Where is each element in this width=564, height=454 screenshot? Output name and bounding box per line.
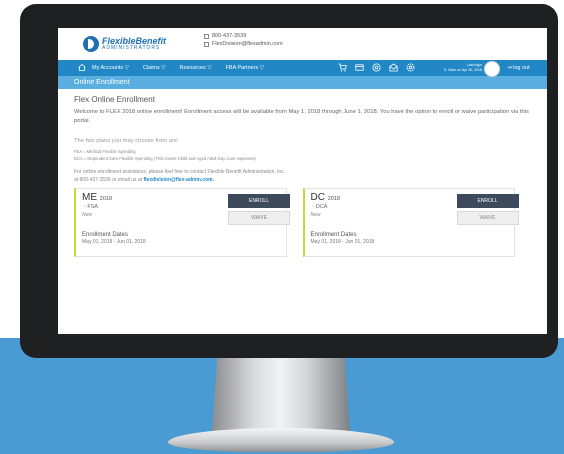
plan-card-dc: DC 2018 - DCA New Enrollment Dates May 0… bbox=[302, 188, 519, 257]
card-dates-label: Enrollment Dates bbox=[82, 232, 129, 238]
card-code: DC bbox=[310, 192, 325, 203]
plan-card-me: ME 2018 - FSA New Enrollment Dates May 0… bbox=[74, 188, 290, 257]
mail-icon[interactable] bbox=[389, 63, 398, 72]
plan-cards: ME 2018 - FSA New Enrollment Dates May 0… bbox=[74, 188, 531, 257]
logout-label: log out bbox=[513, 65, 530, 71]
contact-phone: 800-437-3539 bbox=[212, 33, 247, 39]
card-icon[interactable] bbox=[355, 63, 364, 72]
logout-icon: ⇥ bbox=[507, 65, 512, 71]
phone-icon bbox=[204, 33, 209, 39]
last-login-value: S. Klam on Apr 30, 2018 bbox=[444, 67, 482, 72]
lifebuoy-icon[interactable] bbox=[372, 63, 381, 72]
card-status: New bbox=[82, 212, 93, 218]
card-type: - DCA bbox=[312, 204, 328, 210]
assist-line-1: For online enrollment assistance, please… bbox=[74, 169, 286, 175]
card-dates: May 01, 2018 - Jun 01, 2018 bbox=[82, 239, 146, 245]
enroll-button[interactable]: ENROLL bbox=[228, 194, 290, 208]
nav-claims[interactable]: Claims ▽ bbox=[143, 65, 166, 71]
page-subheader: Online Enrollment bbox=[58, 76, 547, 89]
waive-button[interactable]: WAIVE bbox=[228, 211, 290, 225]
assistance-text: For online enrollment assistance, please… bbox=[74, 169, 531, 184]
main-content: Flex Online Enrollment Welcome to FLEX 2… bbox=[58, 89, 547, 257]
card-dates: May 01, 2018 - Jun 01, 2018 bbox=[310, 239, 375, 245]
card-code: ME bbox=[82, 192, 97, 203]
logo-sub-text: ADMINISTRATORS bbox=[102, 45, 161, 51]
welcome-text: Welcome to FLEX 2018 online enrollment! … bbox=[74, 109, 529, 124]
plan-def-dca: DCA = Dependent Care Flexible Spending (… bbox=[74, 155, 256, 161]
email-icon bbox=[204, 41, 209, 47]
logo-mark-icon bbox=[83, 36, 99, 52]
gear-icon[interactable] bbox=[406, 63, 415, 72]
waive-button[interactable]: WAIVE bbox=[456, 211, 519, 225]
page-title: Flex Online Enrollment bbox=[74, 95, 155, 104]
card-dates-label: Enrollment Dates bbox=[310, 232, 357, 238]
main-nav: My Accounts ▽ Claims ▽ Resources ▽ FBA P… bbox=[58, 60, 547, 77]
cart-icon[interactable] bbox=[338, 63, 347, 72]
assist-email-link[interactable]: flexdivision@flex-admin.com. bbox=[144, 177, 214, 183]
monitor-stand-base bbox=[168, 428, 394, 452]
site-header: FlexibleBenefit ADMINISTRATORS 800-437-3… bbox=[58, 28, 547, 60]
screen: FlexibleBenefit ADMINISTRATORS 800-437-3… bbox=[58, 28, 547, 334]
last-login: Last login S. Klam on Apr 30, 2018 bbox=[444, 63, 482, 72]
card-year: 2018 bbox=[327, 196, 340, 202]
nav-fba-partners[interactable]: FBA Partners ▽ bbox=[226, 65, 264, 71]
home-icon[interactable] bbox=[78, 64, 86, 71]
nav-resources[interactable]: Resources ▽ bbox=[180, 65, 212, 71]
card-type: - FSA bbox=[84, 204, 99, 210]
contact-email[interactable]: FlexDivision@flexadmin.com bbox=[212, 40, 283, 48]
assist-line-2: at 800-437-3539 or email us at bbox=[74, 176, 143, 183]
enroll-button[interactable]: ENROLL bbox=[456, 194, 519, 208]
nav-my-accounts[interactable]: My Accounts ▽ bbox=[92, 65, 129, 71]
subheader-title: Online Enrollment bbox=[74, 79, 130, 86]
card-status: New bbox=[310, 212, 321, 218]
contact-info: 800-437-3539 FlexDivision@flexadmin.com bbox=[204, 32, 283, 48]
card-year: 2018 bbox=[99, 196, 113, 202]
logout-link[interactable]: ⇥ log out bbox=[507, 65, 530, 71]
plans-heading: The two plans you may choose from are: bbox=[74, 138, 179, 144]
monitor-bezel: FlexibleBenefit ADMINISTRATORS 800-437-3… bbox=[20, 4, 558, 358]
monitor-stand-neck bbox=[212, 354, 350, 432]
avatar[interactable] bbox=[484, 61, 500, 77]
plan-definitions: FSA = Medical Flexible Spending DCA = De… bbox=[74, 149, 531, 162]
logo[interactable]: FlexibleBenefit ADMINISTRATORS bbox=[83, 36, 166, 52]
